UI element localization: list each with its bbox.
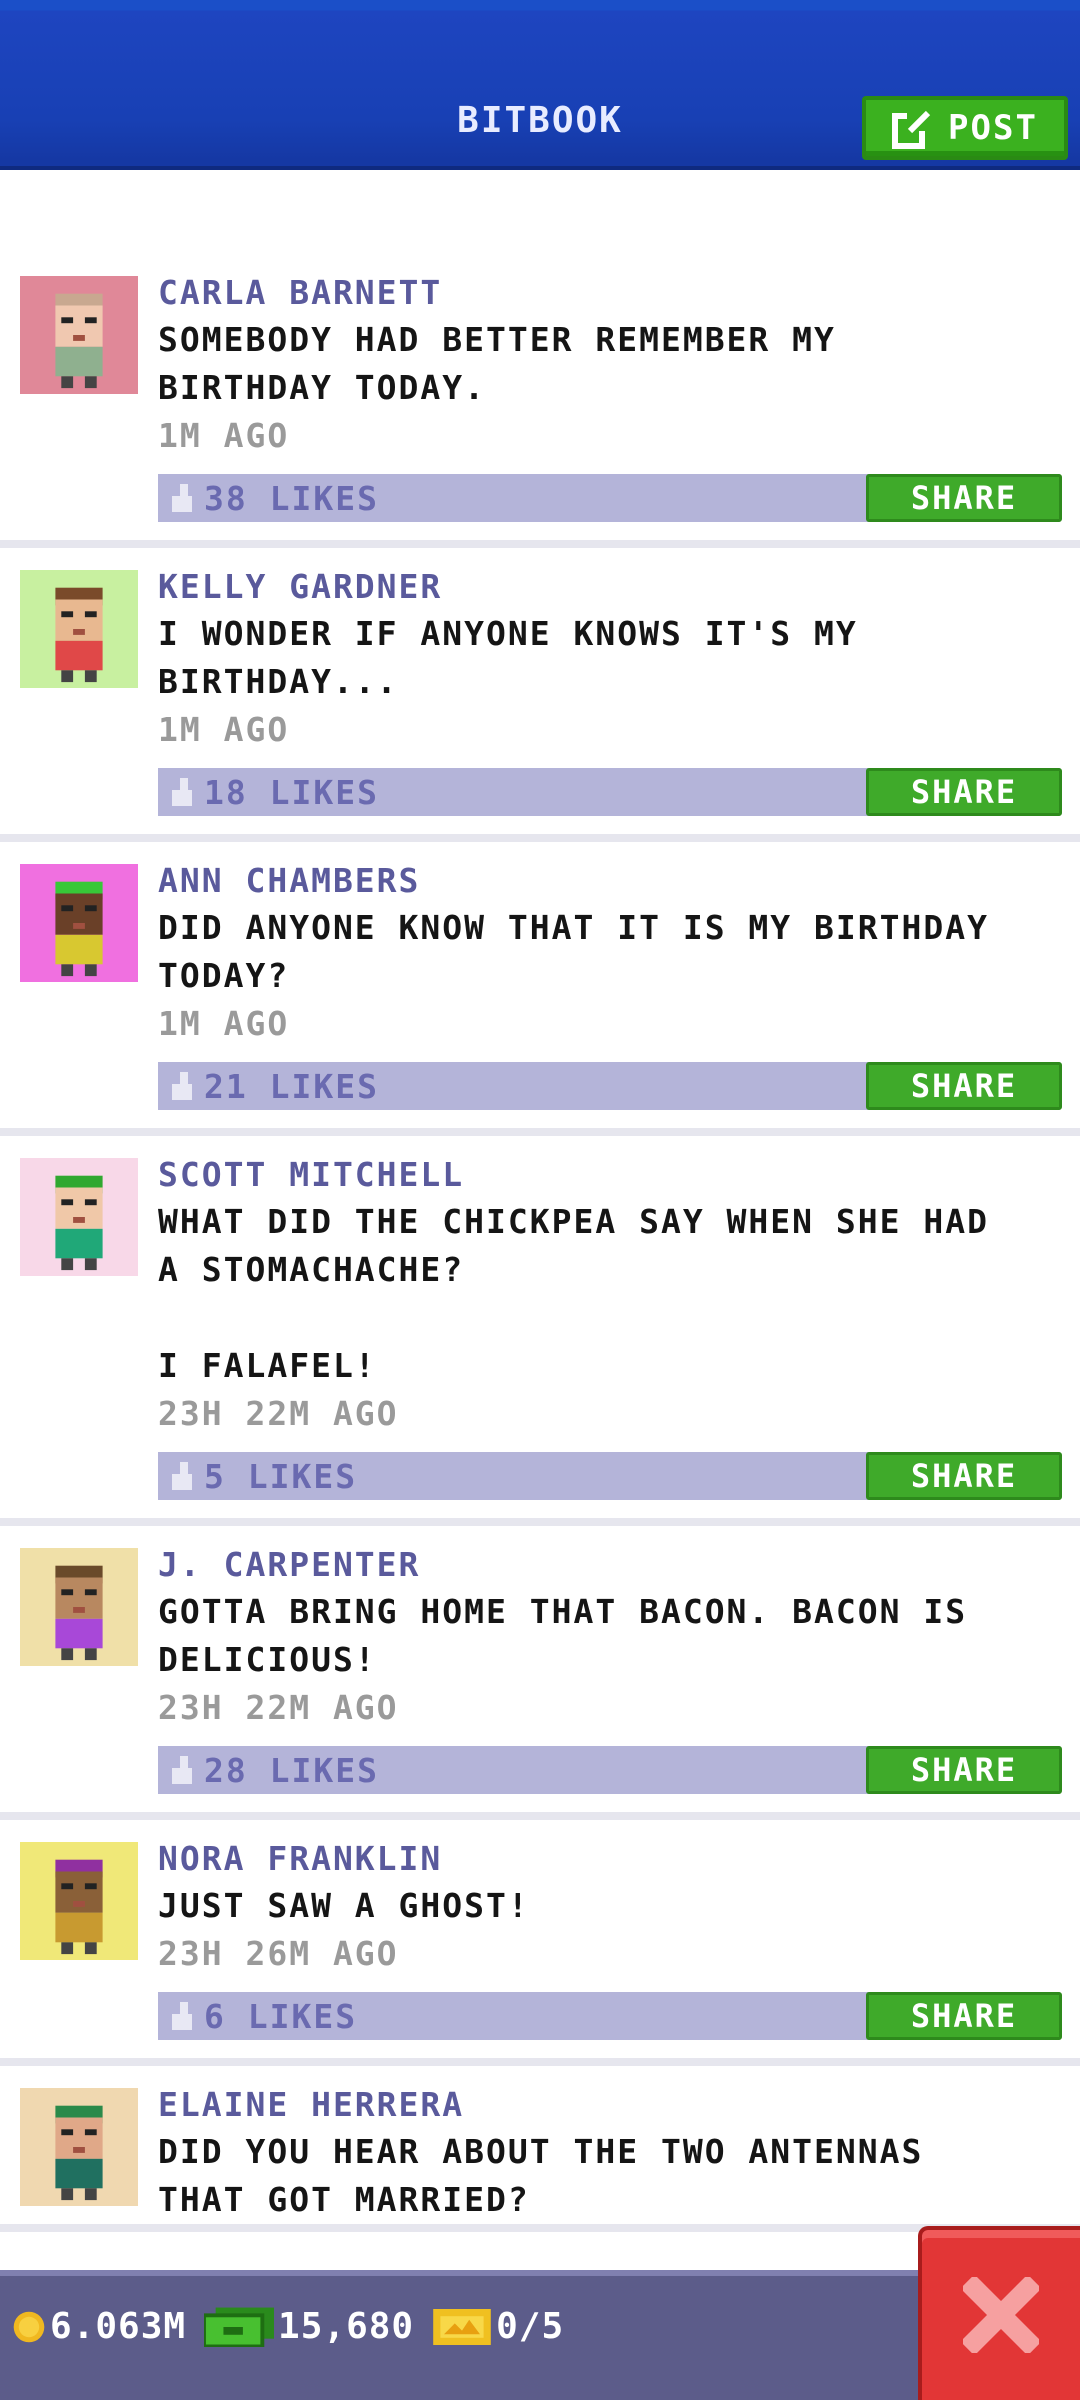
post-time: 23H 22M AGO — [158, 1688, 399, 1727]
like-count: 5 LIKES — [204, 1456, 358, 1496]
avatar-icon — [20, 1548, 138, 1666]
avatar-icon — [20, 2088, 138, 2206]
share-button[interactable]: SHARE — [866, 1062, 1062, 1110]
avatar — [20, 1842, 138, 1960]
post-body: KELLY GARDNER I WONDER IF ANYONE KNOWS IT… — [158, 548, 1080, 816]
close-icon — [963, 2277, 1039, 2353]
feed-list: CARLA BARNETT SOMEBODY HAD BETTER REMEMBE… — [0, 254, 1080, 2232]
like-count: 38 LIKES — [204, 478, 379, 518]
avatar — [20, 276, 138, 394]
edit-icon — [892, 107, 934, 149]
avatar — [20, 864, 138, 982]
coin-icon — [13, 2311, 45, 2342]
tickets-value: 0/5 — [496, 2306, 565, 2347]
feed-post: NORA FRANKLIN JUST SAW A GHOST! 23H 26M AG… — [0, 1820, 1080, 2066]
post-author[interactable]: KELLY GARDNER — [158, 564, 1060, 610]
avatar — [20, 2088, 138, 2206]
thumbs-up-icon — [168, 1756, 196, 1784]
thumbs-up-icon — [168, 1462, 196, 1490]
close-button[interactable] — [918, 2226, 1080, 2400]
post-author[interactable]: SCOTT MITCHELL — [158, 1152, 1060, 1198]
like-bar[interactable]: 28 LIKES SHARE — [158, 1746, 1062, 1794]
like-bar[interactable]: 6 LIKES SHARE — [158, 1992, 1062, 2040]
feed-post: KELLY GARDNER I WONDER IF ANYONE KNOWS IT… — [0, 548, 1080, 842]
post-time: 1M AGO — [158, 416, 290, 455]
post-time: 23H 22M AGO — [158, 1394, 399, 1433]
post-text: SOMEBODY HAD BETTER REMEMBER MY BIRTHDAY… — [158, 320, 836, 407]
like-count: 18 LIKES — [204, 772, 379, 812]
like-count: 28 LIKES — [204, 1750, 379, 1790]
post-author[interactable]: CARLA BARNETT — [158, 270, 1060, 316]
post-author[interactable]: ELAINE HERRERA — [158, 2082, 1060, 2128]
ticket-icon — [433, 2308, 491, 2345]
post-body: ANN CHAMBERS DID ANYONE KNOW THAT IT IS M… — [158, 842, 1080, 1110]
post-body: SCOTT MITCHELL WHAT DID THE CHICKPEA SAY … — [158, 1136, 1080, 1500]
thumbs-up-icon — [168, 2002, 196, 2030]
app-header: BITBOOK POST — [0, 0, 1080, 170]
bux-icon — [204, 2307, 275, 2347]
feed-post: ELAINE HERRERA DID YOU HEAR ABOUT THE TWO… — [0, 2066, 1080, 2232]
bux-value: 15,680 — [278, 2306, 415, 2347]
post-text: DID ANYONE KNOW THAT IT IS MY BIRTHDAY T… — [158, 908, 989, 995]
like-bar[interactable]: 38 LIKES SHARE — [158, 474, 1062, 522]
avatar-icon — [20, 1158, 138, 1276]
avatar-icon — [20, 276, 138, 394]
feed-post: J. CARPENTER GOTTA BRING HOME THAT BACON.… — [0, 1526, 1080, 1820]
post-text: GOTTA BRING HOME THAT BACON. BACON IS DE… — [158, 1592, 968, 1679]
tickets-counter: 0/5 — [432, 2306, 564, 2347]
post-time: 23H 26M AGO — [158, 1934, 399, 1973]
like-count: 21 LIKES — [204, 1066, 379, 1106]
avatar-icon — [20, 864, 138, 982]
post-body: CARLA BARNETT SOMEBODY HAD BETTER REMEMBE… — [158, 254, 1080, 522]
avatar — [20, 1158, 138, 1276]
share-button[interactable]: SHARE — [866, 1992, 1062, 2040]
like-count: 6 LIKES — [204, 1996, 358, 2036]
post-text: DID YOU HEAR ABOUT THE TWO ANTENNAS THAT… — [158, 2132, 924, 2219]
thumbs-up-icon — [168, 778, 196, 806]
post-body: ELAINE HERRERA DID YOU HEAR ABOUT THE TWO… — [158, 2066, 1080, 2224]
feed-post: ANN CHAMBERS DID ANYONE KNOW THAT IT IS M… — [0, 842, 1080, 1136]
bux-counter: 15,680 — [204, 2306, 414, 2347]
thumbs-up-icon — [168, 1072, 196, 1100]
avatar — [20, 1548, 138, 1666]
like-bar[interactable]: 5 LIKES SHARE — [158, 1452, 1062, 1500]
share-button[interactable]: SHARE — [866, 1452, 1062, 1500]
post-text: I WONDER IF ANYONE KNOWS IT'S MY BIRTHDA… — [158, 614, 858, 701]
coins-value: 6.063M — [50, 2306, 187, 2347]
thumbs-up-icon — [168, 484, 196, 512]
share-button[interactable]: SHARE — [866, 474, 1062, 522]
post-author[interactable]: J. CARPENTER — [158, 1542, 1060, 1588]
share-button[interactable]: SHARE — [866, 768, 1062, 816]
post-time: 1M AGO — [158, 710, 290, 749]
feed-post: CARLA BARNETT SOMEBODY HAD BETTER REMEMBE… — [0, 254, 1080, 548]
post-body: J. CARPENTER GOTTA BRING HOME THAT BACON.… — [158, 1526, 1080, 1794]
share-button[interactable]: SHARE — [866, 1746, 1062, 1794]
post-button[interactable]: POST — [862, 96, 1068, 160]
post-text: WHAT DID THE CHICKPEA SAY WHEN SHE HAD A… — [158, 1202, 989, 1385]
post-author[interactable]: NORA FRANKLIN — [158, 1836, 1060, 1882]
like-bar[interactable]: 18 LIKES SHARE — [158, 768, 1062, 816]
post-text: JUST SAW A GHOST! — [158, 1886, 530, 1925]
post-author[interactable]: ANN CHAMBERS — [158, 858, 1060, 904]
like-bar[interactable]: 21 LIKES SHARE — [158, 1062, 1062, 1110]
feed-post: SCOTT MITCHELL WHAT DID THE CHICKPEA SAY … — [0, 1136, 1080, 1526]
avatar — [20, 570, 138, 688]
post-button-label: POST — [948, 108, 1038, 148]
avatar-icon — [20, 1842, 138, 1960]
post-body: NORA FRANKLIN JUST SAW A GHOST! 23H 26M AG… — [158, 1820, 1080, 2040]
post-time: 1M AGO — [158, 1004, 290, 1043]
avatar-icon — [20, 570, 138, 688]
coins-counter: 6.063M — [12, 2306, 186, 2347]
